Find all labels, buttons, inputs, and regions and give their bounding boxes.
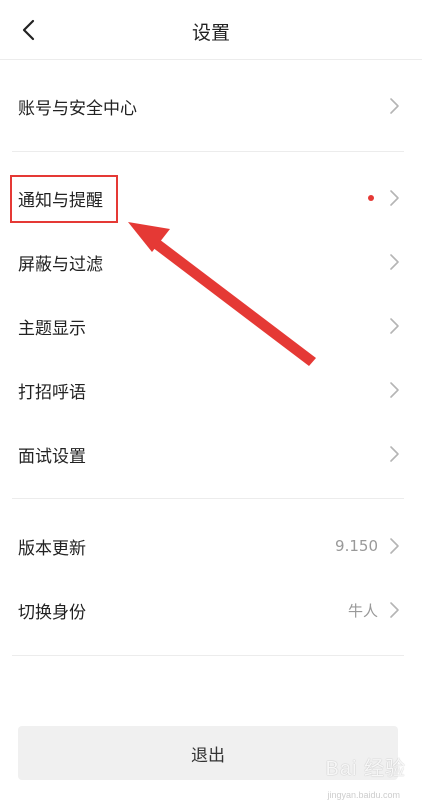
row-right: [388, 253, 400, 271]
logout-label: 退出: [191, 745, 225, 766]
row-label: 打招呼语: [18, 382, 86, 403]
group-divider: [12, 655, 404, 656]
page-title: 设置: [191, 22, 230, 44]
row-right: 9.150: [335, 537, 400, 555]
chevron-right-icon: [390, 98, 399, 114]
settings-row-greeting[interactable]: 打招呼语: [12, 368, 404, 412]
settings-row-version[interactable]: 版本更新 9.150: [12, 524, 404, 568]
row-right: [388, 445, 400, 463]
row-label: 屏蔽与过滤: [18, 254, 103, 275]
chevron-right-icon: [390, 446, 399, 462]
group-divider: [12, 151, 404, 152]
row-right: [388, 381, 400, 399]
notification-dot: [368, 195, 374, 201]
settings-row-account-security[interactable]: 账号与安全中心: [12, 84, 404, 128]
row-label: 版本更新: [18, 538, 86, 559]
chevron-right-icon: [390, 382, 399, 398]
settings-row-block-filter[interactable]: 屏蔽与过滤: [12, 240, 404, 284]
row-right: [388, 97, 400, 115]
version-value: 9.150: [335, 537, 378, 555]
row-label: 账号与安全中心: [18, 98, 137, 119]
chevron-right-icon: [390, 318, 399, 334]
chevron-right-icon: [390, 602, 399, 618]
group-divider: [12, 498, 404, 499]
row-right: 牛人: [348, 600, 400, 621]
watermark-url: jingyan.baidu.com: [327, 790, 400, 800]
row-right: [368, 189, 400, 207]
row-label: 面试设置: [18, 446, 86, 467]
settings-row-interview[interactable]: 面试设置: [12, 432, 404, 476]
watermark-text: Bai 经验: [325, 758, 406, 780]
row-label: 主题显示: [18, 318, 86, 339]
top-bar: 设置: [0, 0, 422, 60]
highlight-box: [10, 175, 118, 223]
settings-row-switch-identity[interactable]: 切换身份 牛人: [12, 588, 404, 632]
identity-value: 牛人: [347, 601, 378, 620]
row-right: [388, 317, 400, 335]
watermark: Bai 经验: [326, 752, 406, 781]
row-label: 切换身份: [18, 602, 86, 623]
settings-row-theme[interactable]: 主题显示: [12, 304, 404, 348]
chevron-right-icon: [390, 254, 399, 270]
chevron-right-icon: [390, 190, 399, 206]
chevron-right-icon: [390, 538, 399, 554]
